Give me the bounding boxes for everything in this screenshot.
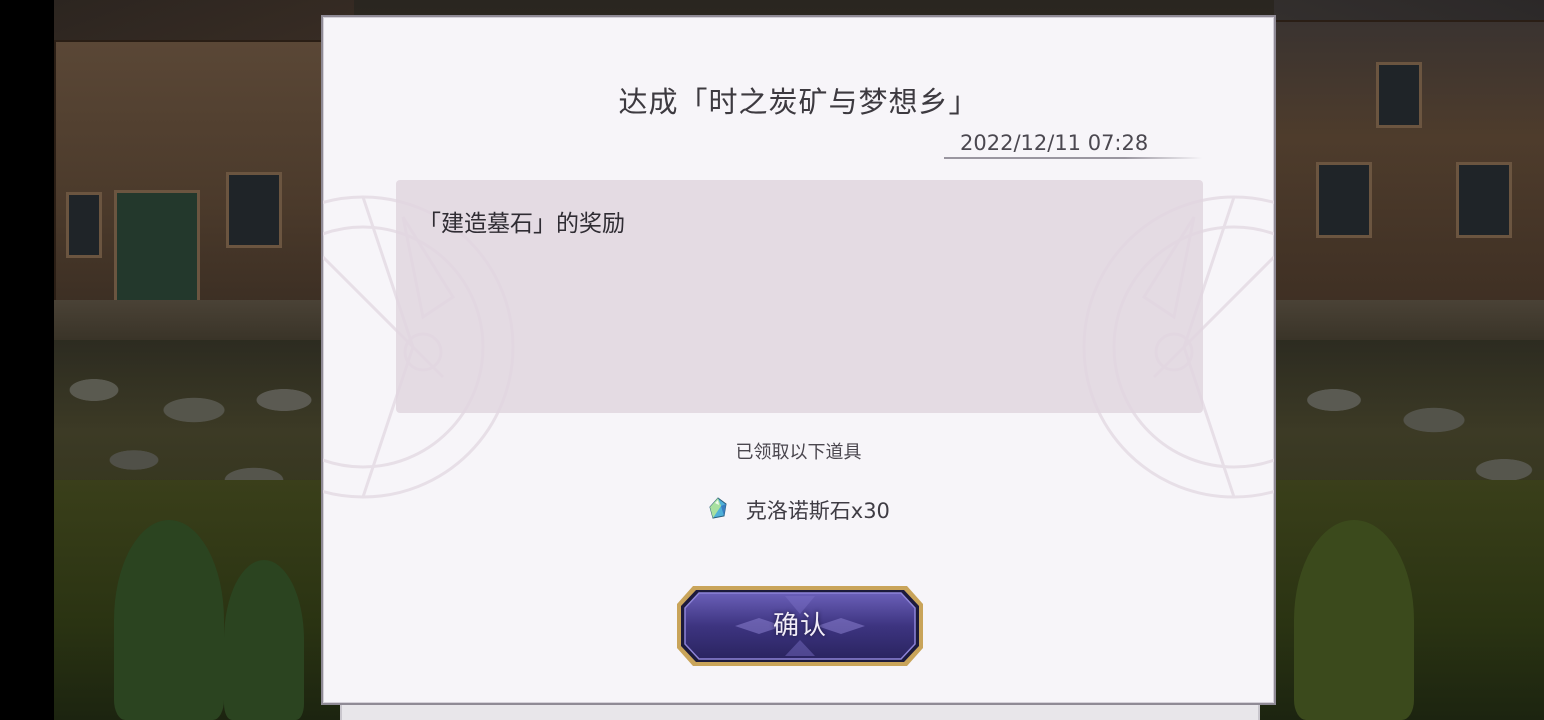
reward-dialog: 达成「时之炭矿与梦想乡」 2022/12/11 07:28 「建造墓石」的奖励 …	[321, 15, 1276, 705]
received-items-label: 已领取以下道具	[735, 442, 862, 463]
message-text: 「建造墓石」的奖励	[418, 211, 625, 237]
house-window	[1456, 162, 1512, 238]
confirm-button-label: 确认	[772, 611, 827, 641]
bush	[1294, 520, 1414, 720]
timestamp-underline	[944, 157, 1202, 159]
game-screen: 达成「时之炭矿与梦想乡」 2022/12/11 07:28 「建造墓石」的奖励 …	[0, 0, 1544, 720]
timestamp: 2022/12/11 07:28	[960, 131, 1149, 155]
dialog-title: 达成「时之炭矿与梦想乡」	[618, 85, 979, 119]
house-window	[226, 172, 282, 248]
house-window	[1316, 162, 1372, 238]
bush	[114, 520, 224, 720]
house-right	[1274, 20, 1544, 314]
chronos-stone-gem-icon	[709, 497, 727, 519]
house-door	[114, 190, 200, 306]
reward-text: 克洛诺斯石x30	[745, 499, 890, 523]
bush	[224, 560, 304, 720]
message-box: 「建造墓石」的奖励	[396, 180, 1203, 413]
house-window	[66, 192, 102, 258]
house-window	[1376, 62, 1422, 128]
reward-item: 克洛诺斯石x30	[323, 495, 1274, 525]
letterbox-bar	[0, 0, 54, 720]
confirm-button[interactable]: 确认	[675, 584, 925, 668]
